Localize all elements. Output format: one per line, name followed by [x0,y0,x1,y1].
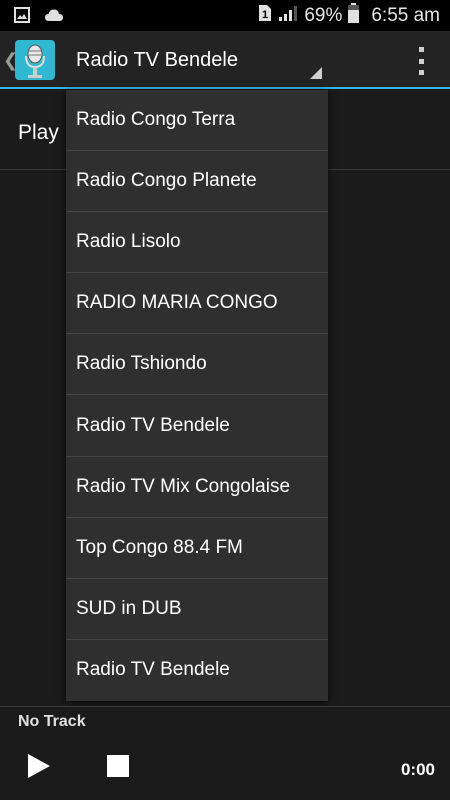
play-label: Play [18,121,59,144]
cloud-icon [44,8,64,27]
image-icon [14,7,30,28]
station-spinner[interactable]: Radio TV Bendele [66,31,326,89]
dropdown-item[interactable]: Top Congo 88.4 FM [66,518,328,579]
action-bar: ❮ Radio TV Bendele [0,31,450,89]
elapsed-time: 0:00 [400,760,435,779]
play-button[interactable] [28,754,50,778]
track-title: No Track [18,713,86,730]
dropdown-item[interactable]: Radio TV Mix Congolaise [66,457,328,518]
status-left-icons [14,7,64,28]
dropdown-item[interactable]: RADIO MARIA CONGO [66,273,328,335]
dropdown-item[interactable]: SUD in DUB [66,579,328,640]
sim-icon: 1 [258,4,272,27]
microphone-app-icon[interactable] [15,40,55,80]
sim-badge-text: 1 [262,9,268,21]
station-dropdown: Radio Congo Terra Radio Congo Planete Ra… [66,90,328,701]
spinner-triangle-icon [310,67,322,79]
overflow-menu-icon[interactable] [416,47,426,75]
dropdown-item[interactable]: Radio Tshiondo [66,334,328,396]
dropdown-item[interactable]: Radio TV Bendele [66,640,328,701]
signal-icon [278,4,298,27]
dropdown-item[interactable]: Radio Congo Terra [66,90,328,152]
dropdown-item[interactable]: Radio TV Bendele [66,395,328,457]
clock: 6:55 am [371,4,440,26]
spinner-selected-label: Radio TV Bendele [76,49,238,71]
battery-icon [348,3,360,28]
status-bar: 1 69% 6:55 am [0,0,450,31]
dropdown-item[interactable]: Radio Lisolo [66,212,328,274]
status-right: 1 69% 6:55 am [258,0,440,31]
dropdown-item[interactable]: Radio Congo Planete [66,151,328,213]
stop-button[interactable] [107,755,129,777]
battery-percent: 69% [304,4,343,26]
player-bar: No Track 0:00 [0,706,450,800]
